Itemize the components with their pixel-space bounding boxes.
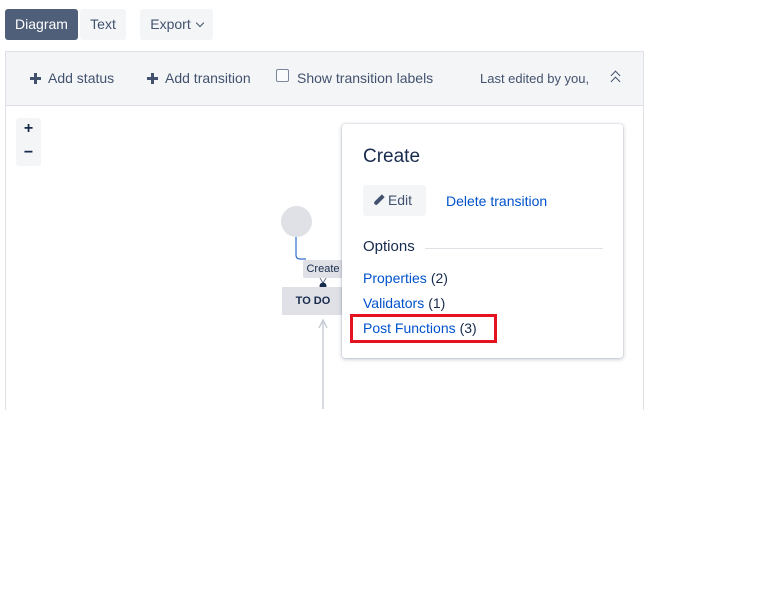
dialog-title: Create <box>363 146 421 167</box>
start-node[interactable] <box>281 206 312 237</box>
pencil-icon <box>373 194 385 206</box>
options-heading: Options <box>363 238 415 255</box>
option-properties: Properties (2) <box>363 270 448 286</box>
highlight-box <box>350 314 497 343</box>
status-todo[interactable]: TO DO <box>282 287 344 315</box>
delete-transition-link[interactable]: Delete transition <box>446 193 547 209</box>
validators-link[interactable]: Validators <box>363 295 424 311</box>
edit-label: Edit <box>387 192 413 208</box>
option-validators: Validators (1) <box>363 295 445 311</box>
properties-count: (2) <box>430 270 448 286</box>
options-divider <box>425 248 603 249</box>
validators-count: (1) <box>428 295 446 311</box>
edit-button[interactable]: Edit <box>363 185 426 216</box>
properties-link[interactable]: Properties <box>363 270 427 286</box>
transition-label-create[interactable]: Create <box>303 260 343 278</box>
